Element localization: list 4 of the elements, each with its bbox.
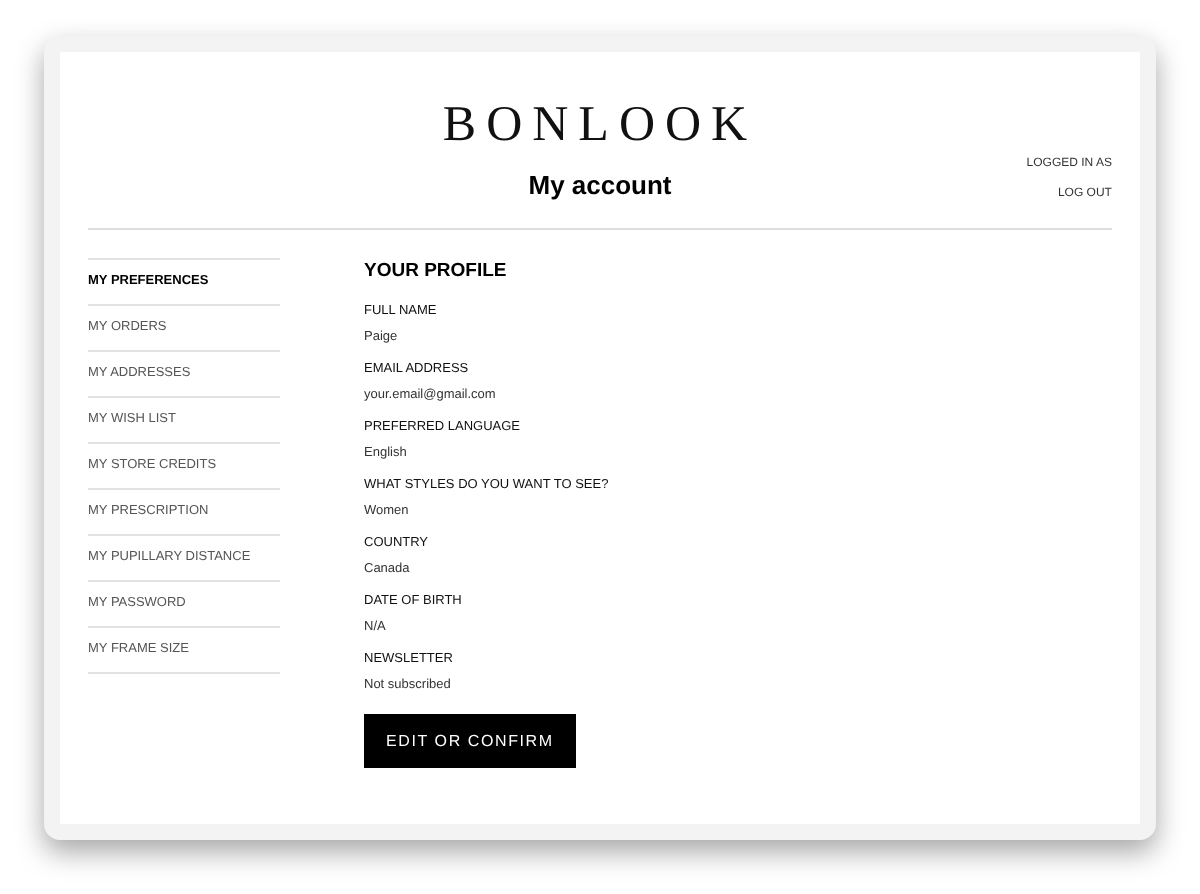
page-title: My account (528, 170, 672, 202)
edit-button[interactable]: EDIT OR CONFIRM (364, 714, 576, 768)
section-heading: YOUR PROFILE (364, 260, 507, 282)
logo[interactable]: BONLOOK (88, 52, 1112, 156)
